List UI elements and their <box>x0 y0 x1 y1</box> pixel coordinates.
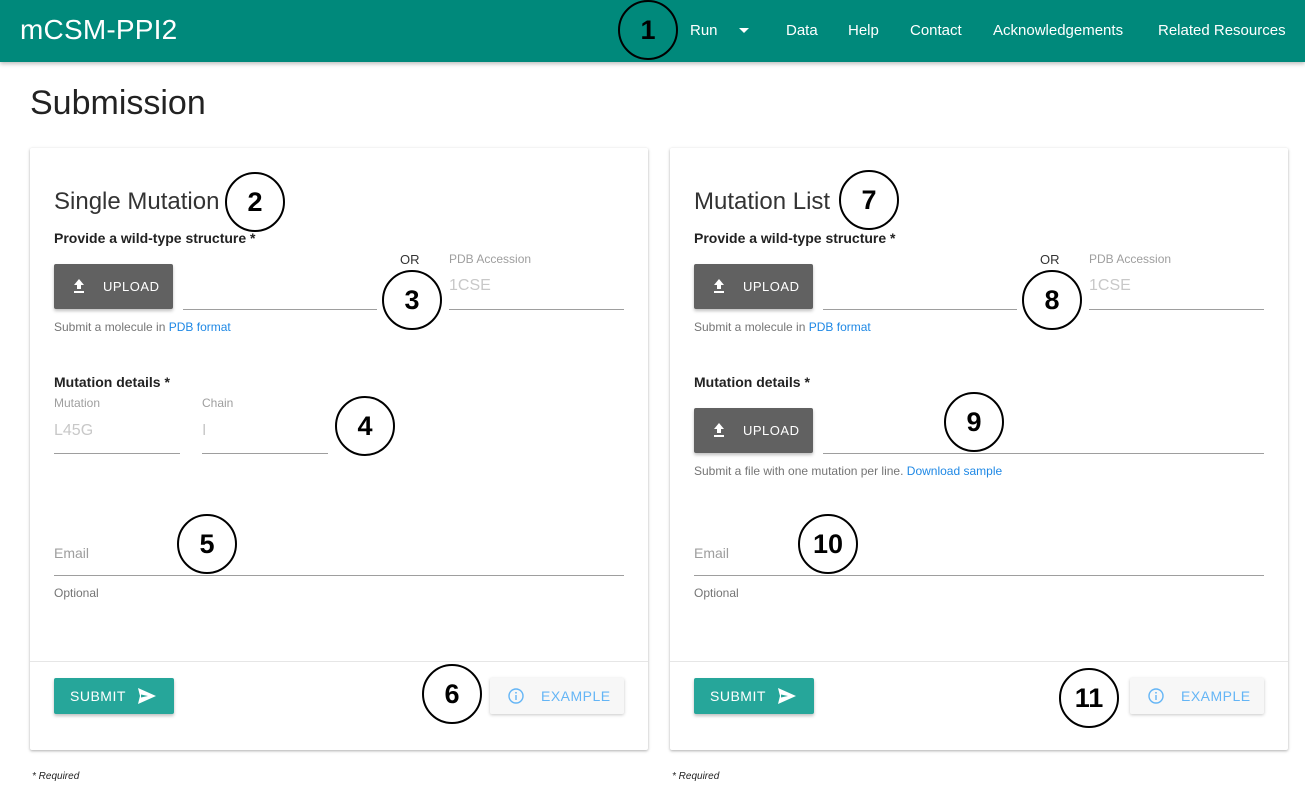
chain-input[interactable]: I <box>202 422 206 440</box>
info-icon <box>508 688 524 704</box>
helper-text: Submit a file with one mutation per line… <box>694 464 907 478</box>
submit-label: SUBMIT <box>710 688 766 704</box>
annotation-marker: 1 <box>618 0 678 60</box>
upload-label: UPLOAD <box>743 423 800 438</box>
pdb-accession-underline <box>449 309 624 310</box>
card-title: Mutation List <box>694 188 831 215</box>
nav-item-contact[interactable]: Contact <box>910 22 962 39</box>
send-icon <box>778 688 796 704</box>
pdb-accession-label: PDB Accession <box>449 252 532 266</box>
mutation-file-path-input[interactable] <box>823 453 1264 454</box>
or-separator: OR <box>400 252 420 267</box>
nav-item-help[interactable]: Help <box>848 22 879 39</box>
upload-structure-button[interactable]: UPLOAD <box>54 264 173 309</box>
pdb-accession-underline <box>1089 309 1264 310</box>
mutation-input[interactable]: L45G <box>54 422 93 440</box>
upload-structure-button[interactable]: UPLOAD <box>694 264 813 309</box>
annotation-marker: 6 <box>422 664 482 724</box>
pdb-accession-input[interactable]: 1CSE <box>1089 277 1131 295</box>
email-underline <box>694 575 1264 576</box>
helper-text: Submit a molecule in <box>694 320 809 334</box>
single-mutation-card: Single Mutation Provide a wild-type stru… <box>30 148 648 750</box>
submit-button[interactable]: SUBMIT <box>54 678 174 714</box>
example-label: EXAMPLE <box>541 688 611 704</box>
email-helper-text: Optional <box>54 586 99 600</box>
nav-item-run[interactable]: Run <box>690 22 718 39</box>
email-input[interactable]: Email <box>54 545 89 561</box>
send-icon <box>138 688 156 704</box>
structure-helper-text: Submit a molecule in PDB format <box>54 320 231 334</box>
annotation-marker: 5 <box>177 514 237 574</box>
annotation-marker: 8 <box>1022 270 1082 330</box>
structure-file-path-input[interactable] <box>823 309 1017 310</box>
mutation-helper-text: Submit a file with one mutation per line… <box>694 464 1002 478</box>
card-title: Single Mutation <box>54 188 220 215</box>
upload-mutation-list-button[interactable]: UPLOAD <box>694 408 813 453</box>
info-icon <box>1148 688 1164 704</box>
mutation-details-label: Mutation details * <box>694 374 810 390</box>
helper-text: Submit a molecule in <box>54 320 169 334</box>
mutation-underline <box>54 453 180 454</box>
upload-icon <box>714 279 724 293</box>
required-note: * Required <box>32 771 80 782</box>
pdb-accession-label: PDB Accession <box>1089 252 1172 266</box>
example-button[interactable]: EXAMPLE <box>1130 678 1264 714</box>
chevron-down-icon[interactable] <box>739 28 749 33</box>
required-note: * Required <box>672 771 720 782</box>
chain-label: Chain <box>202 396 234 410</box>
submit-label: SUBMIT <box>70 688 126 704</box>
upload-icon <box>74 279 84 293</box>
brand-logo[interactable]: mCSM-PPI2 <box>20 14 177 46</box>
card-divider <box>670 661 1288 662</box>
annotation-marker: 4 <box>335 396 395 456</box>
page-title: Submission <box>30 84 206 122</box>
mutation-details-label: Mutation details * <box>54 374 170 390</box>
structure-file-path-input[interactable] <box>183 309 377 310</box>
chain-underline <box>202 453 328 454</box>
or-separator: OR <box>1040 252 1060 267</box>
download-sample-link[interactable]: Download sample <box>907 464 1002 478</box>
email-helper-text: Optional <box>694 586 739 600</box>
upload-label: UPLOAD <box>743 279 800 294</box>
pdb-format-link[interactable]: PDB format <box>809 320 871 334</box>
annotation-marker: 10 <box>798 514 858 574</box>
pdb-format-link[interactable]: PDB format <box>169 320 231 334</box>
annotation-marker: 7 <box>839 170 899 230</box>
submit-button[interactable]: SUBMIT <box>694 678 814 714</box>
nav-item-data[interactable]: Data <box>786 22 818 39</box>
mutation-label: Mutation <box>54 396 101 410</box>
upload-label: UPLOAD <box>103 279 160 294</box>
structure-helper-text: Submit a molecule in PDB format <box>694 320 871 334</box>
annotation-marker: 9 <box>944 392 1004 452</box>
example-label: EXAMPLE <box>1181 688 1251 704</box>
example-button[interactable]: EXAMPLE <box>490 678 624 714</box>
email-input[interactable]: Email <box>694 545 729 561</box>
structure-label: Provide a wild-type structure * <box>694 230 896 246</box>
upload-icon <box>714 423 724 437</box>
email-underline <box>54 575 624 576</box>
structure-label: Provide a wild-type structure * <box>54 230 256 246</box>
nav-item-related-resources[interactable]: Related Resources <box>1158 22 1286 39</box>
card-divider <box>30 661 648 662</box>
nav-item-acknowledgements[interactable]: Acknowledgements <box>993 22 1123 39</box>
annotation-marker: 3 <box>382 270 442 330</box>
pdb-accession-input[interactable]: 1CSE <box>449 277 491 295</box>
annotation-marker: 2 <box>225 172 285 232</box>
annotation-marker: 11 <box>1059 668 1119 728</box>
